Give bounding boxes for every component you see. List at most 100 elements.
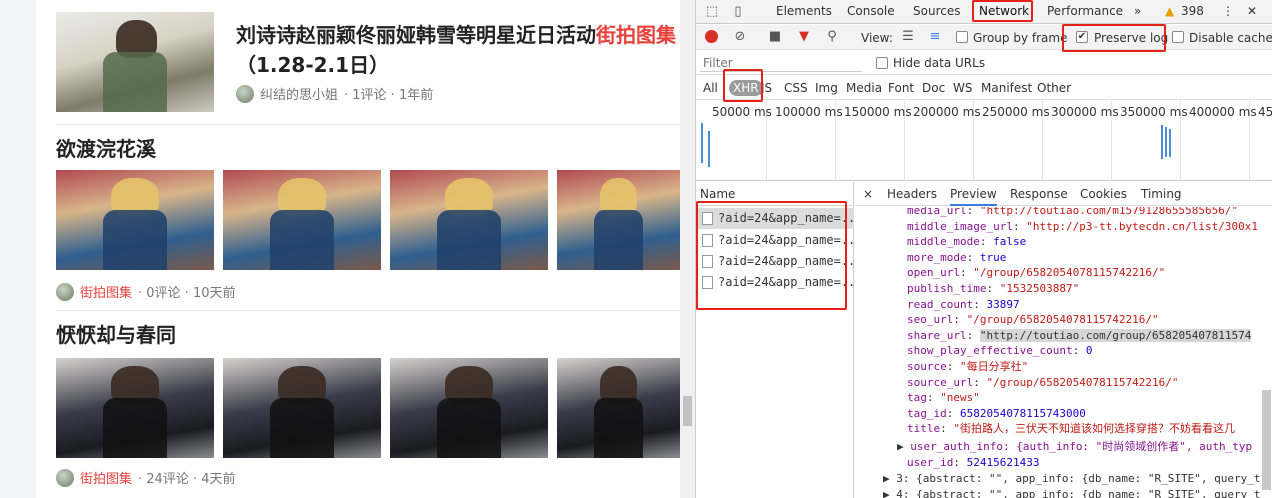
preview-line: seo_url: "/group/6582054078115742216/" — [907, 312, 1159, 328]
preview-colon: : — [973, 375, 987, 389]
search-icon[interactable]: ⚲ — [824, 29, 840, 45]
preview-key: read_count — [907, 297, 974, 311]
preview-colon: : — [940, 422, 954, 436]
timeline-tick: 50000 ms — [712, 105, 772, 119]
expand-arrow-icon[interactable]: ▶ — [883, 472, 896, 485]
article1-author[interactable]: 纠结的思小姐 — [260, 84, 338, 103]
tab-cookies[interactable]: Cookies — [1080, 187, 1127, 201]
clear-icon[interactable]: ⊘ — [732, 29, 748, 45]
preview-value: false — [993, 235, 1027, 249]
article2-image-2[interactable] — [223, 170, 381, 270]
page-scrollbar[interactable] — [680, 0, 695, 498]
network-timeline[interactable]: 50000 ms 100000 ms 150000 ms 200000 ms 2… — [696, 101, 1272, 181]
tab-elements[interactable]: Elements — [776, 4, 832, 18]
close-details-icon[interactable]: × — [863, 187, 873, 201]
kebab-menu-icon[interactable]: ⋮ — [1222, 4, 1234, 18]
article1-title-line2[interactable]: （1.28-2.1日） — [236, 53, 389, 77]
tab-performance[interactable]: Performance — [1047, 4, 1123, 18]
scrollbar-thumb[interactable] — [683, 396, 692, 426]
preview-key: show_play_effective_count — [907, 344, 1073, 358]
record-icon[interactable] — [704, 29, 720, 45]
filter-img[interactable]: Img — [815, 81, 838, 95]
article1-title-highlight[interactable]: 街拍图集 — [596, 23, 676, 47]
warning-count[interactable]: 398 — [1181, 4, 1204, 18]
screenshot-icon[interactable]: ■ — [767, 29, 783, 45]
article1-thumbnail[interactable] — [56, 12, 214, 112]
preview-key: middle_mode — [907, 235, 980, 249]
source-avatar[interactable] — [56, 468, 74, 487]
inspect-element-icon[interactable]: ⬚ — [704, 4, 720, 20]
preview-line: title: "街拍路人，三伏天不知道该如何选择穿搭？不妨看看这几 — [907, 421, 1235, 437]
group-by-frame-checkbox[interactable] — [956, 31, 968, 43]
tab-console[interactable]: Console — [847, 4, 895, 18]
article2-image-4[interactable] — [557, 170, 680, 270]
filter-font[interactable]: Font — [888, 81, 914, 95]
preview-value: "1532503887" — [999, 282, 1080, 295]
preview-value: 33897 — [986, 297, 1020, 311]
article3-source[interactable]: 街拍图集 — [80, 468, 132, 487]
device-toolbar-icon[interactable]: ▯ — [730, 4, 746, 20]
article2-image-1[interactable] — [56, 170, 214, 270]
close-devtools-icon[interactable]: ✕ — [1247, 4, 1257, 18]
hide-data-urls-checkbox[interactable] — [876, 57, 888, 69]
preview-line: tag: "news" — [907, 390, 980, 406]
article2-image-3[interactable] — [390, 170, 548, 270]
filter-doc[interactable]: Doc — [922, 81, 945, 95]
preview-row-4[interactable]: ▶ 4: {abstract: "", app_info: {db_name: … — [883, 487, 1261, 498]
more-tabs-button[interactable]: » — [1134, 4, 1141, 18]
preview-colon: : — [1072, 344, 1086, 358]
warning-icon[interactable]: ▲ — [1165, 4, 1174, 18]
preview-line: show_play_effective_count: 0 — [907, 343, 1092, 359]
network-toolbar: ⊘ ■ ▼ ⚲ View: ☰ ≡ Group by frame ✔ Prese… — [696, 25, 1272, 50]
group-by-frame-label[interactable]: Group by frame — [973, 31, 1067, 45]
waterfall-icon[interactable]: ≡ — [927, 29, 943, 45]
article3-image-1[interactable] — [56, 358, 214, 458]
tab-timing[interactable]: Timing — [1141, 187, 1182, 201]
devtools-panel: ⬚ ▯ Elements Console Sources Network Per… — [695, 0, 1272, 498]
json-preview[interactable]: media_url: "http://toutiao.com/m15791286… — [855, 207, 1272, 498]
filter-other[interactable]: Other — [1037, 81, 1071, 95]
article3-image-4[interactable] — [557, 358, 680, 458]
author-avatar[interactable] — [236, 84, 254, 103]
resource-type-filters: All XHR JS CSS Img Media Font Doc WS Man… — [696, 76, 1272, 100]
tab-response[interactable]: Response — [1010, 187, 1068, 201]
preview-row-3[interactable]: ▶ 3: {abstract: "", app_info: {db_name: … — [883, 471, 1261, 487]
article1-title[interactable]: 刘诗诗赵丽颖佟丽娅韩雪等明星近日活动街拍图集 （1.28-2.1日） — [236, 20, 676, 80]
filter-all[interactable]: All — [703, 81, 718, 95]
filter-css[interactable]: CSS — [784, 81, 808, 95]
expand-arrow-icon[interactable]: ▶ — [883, 488, 896, 498]
preview-colon: : — [979, 235, 994, 249]
preview-key: media_url — [907, 207, 967, 217]
preview-line: user_id: 52415621433 — [907, 456, 1040, 469]
large-rows-icon[interactable]: ☰ — [900, 29, 916, 45]
detail-tabs: × Headers Preview Response Cookies Timin… — [855, 182, 1272, 206]
tab-preview[interactable]: Preview — [950, 187, 997, 206]
disable-cache-checkbox[interactable] — [1172, 31, 1184, 43]
hide-data-urls-label[interactable]: Hide data URLs — [893, 56, 985, 70]
filter-manifest[interactable]: Manifest — [981, 81, 1032, 95]
disable-cache-label[interactable]: Disable cache — [1189, 31, 1272, 45]
expand-arrow-icon[interactable]: ▶ — [897, 440, 910, 453]
preview-line: read_count: 33897 — [907, 297, 1020, 313]
preview-row-3-text: 3: {abstract: "", app_info: {db_name: "R… — [896, 472, 1261, 485]
preview-scrollbar[interactable] — [1262, 390, 1271, 490]
article1-title-main[interactable]: 刘诗诗赵丽颖佟丽娅韩雪等明星近日活动 — [236, 23, 596, 47]
article2-source[interactable]: 街拍图集 — [80, 282, 132, 301]
preview-line: media_url: "http://toutiao.com/m15791286… — [907, 207, 1238, 219]
article3-title[interactable]: 恹恹却与春同 — [56, 320, 176, 350]
filter-row: Hide data URLs — [696, 51, 1272, 75]
filter-media[interactable]: Media — [846, 81, 882, 95]
filter-icon[interactable]: ▼ — [796, 29, 812, 45]
preview-value: "/group/6582054078115742216/" — [966, 313, 1159, 327]
preview-key: middle_image_url — [907, 219, 1013, 233]
tab-sources[interactable]: Sources — [913, 4, 960, 18]
article3-image-2[interactable] — [223, 358, 381, 458]
article3-image-3[interactable] — [390, 358, 548, 458]
tab-headers[interactable]: Headers — [887, 187, 937, 201]
article2-title[interactable]: 欲渡浣花溪 — [56, 134, 156, 164]
preview-user-auth-line[interactable]: ▶ user_auth_info: {auth_info: "时尚领域创作者",… — [897, 439, 1252, 455]
preview-value: "news" — [940, 391, 980, 405]
filter-ws[interactable]: WS — [953, 81, 972, 95]
preview-colon: : — [966, 328, 980, 342]
source-avatar[interactable] — [56, 282, 74, 301]
